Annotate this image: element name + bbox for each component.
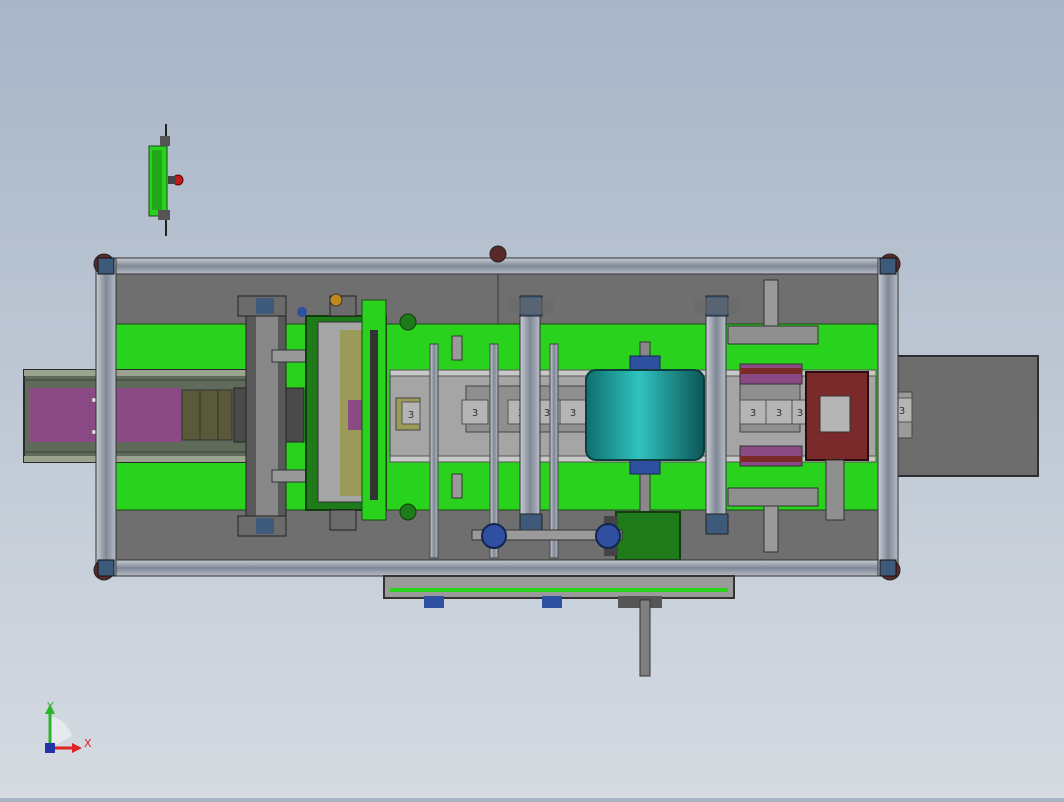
product-block: 3 [461,399,489,425]
product-block: 3 [739,399,767,425]
product-block: 3 [765,399,793,425]
output-chute [895,355,1039,477]
triad-y-label: Y [46,700,54,713]
part-label: 3 [776,408,782,419]
part-label: 3 [899,406,905,417]
cad-viewport[interactable]: 3 3 3 3 3 3 3 3 Y X [0,0,1064,798]
part-label: 3 [797,408,803,419]
product-block: 3 [401,401,421,425]
assembly-drawing: 3 3 3 3 3 3 3 3 Y X [23,124,1039,753]
product-block: 3 [559,399,587,425]
bottom-bracket [383,575,735,677]
coordinate-triad-icon: Y X [45,700,92,753]
part-label: 3 [472,408,478,419]
part-label: 3 [408,410,414,421]
part-label: 3 [544,408,550,419]
part-label: 3 [750,408,756,419]
part-label: 3 [570,408,576,419]
triad-x-label: X [84,737,92,750]
control-box-part [148,124,184,236]
